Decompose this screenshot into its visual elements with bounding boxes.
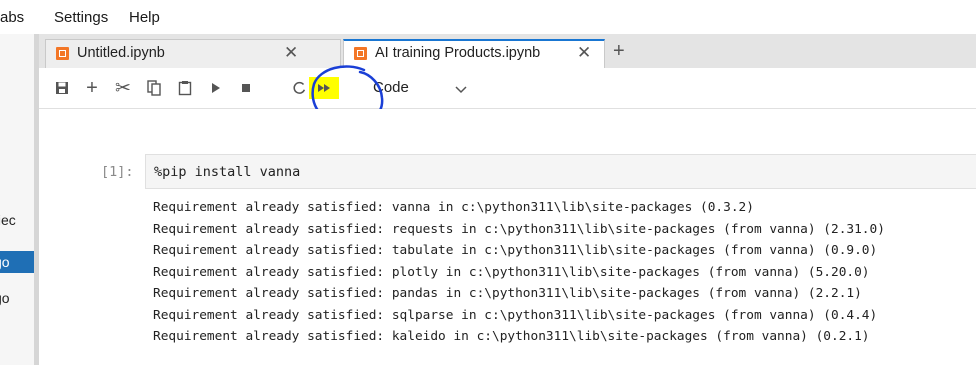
sidebar-item[interactable]: go [0, 287, 34, 309]
add-cell-icon[interactable]: + [81, 76, 103, 100]
output-line: Requirement already satisfied: requests … [153, 221, 885, 237]
stop-icon[interactable] [235, 76, 257, 100]
tab-bar: Untitled.ipynb ✕ AI training Products.ip… [39, 34, 976, 68]
notebook-icon [354, 47, 367, 60]
left-sidebar: fiec go go [0, 34, 34, 365]
copy-icon[interactable] [143, 76, 165, 100]
tab-label: AI training Products.ipynb [375, 45, 541, 61]
output-line: Requirement already satisfied: sqlparse … [153, 307, 878, 323]
output-line: Requirement already satisfied: plotly in… [153, 264, 870, 280]
menu-tabs[interactable]: abs [0, 9, 24, 26]
output-line: Requirement already satisfied: kaleido i… [153, 329, 870, 344]
close-icon[interactable]: ✕ [577, 43, 591, 63]
menu-help[interactable]: Help [129, 9, 160, 26]
menu-settings[interactable]: Settings [54, 9, 108, 26]
sidebar-item-label: fiec [0, 212, 16, 228]
cell-prompt: [1]: [101, 164, 134, 180]
notebook-toolbar: + ✂ Code [39, 68, 976, 109]
notebook-icon [56, 47, 69, 60]
sidebar-item-label: go [0, 254, 10, 270]
paste-icon[interactable] [174, 76, 196, 100]
notebook-panel: [1]: %pip install vanna Requirement alre… [39, 109, 976, 365]
cut-icon[interactable]: ✂ [111, 76, 135, 100]
menu-bar: abs Settings Help [0, 0, 976, 34]
run-icon[interactable] [205, 76, 227, 100]
code-text: %pip install vanna [154, 164, 301, 180]
new-tab-button[interactable]: + [613, 40, 625, 63]
code-cell-input[interactable]: %pip install vanna [145, 154, 976, 189]
chevron-down-icon[interactable] [455, 81, 467, 99]
output-line: Requirement already satisfied: vanna in … [153, 200, 754, 215]
close-icon[interactable]: ✕ [284, 43, 298, 63]
restart-icon[interactable] [293, 76, 307, 100]
save-icon[interactable] [51, 76, 73, 100]
output-line: Requirement already satisfied: tabulate … [153, 243, 878, 258]
sidebar-item-selected[interactable]: go [0, 251, 34, 273]
cell-output: Requirement already satisfied: vanna in … [153, 197, 976, 348]
tab-label: Untitled.ipynb [77, 45, 165, 61]
sidebar-item[interactable]: fiec [0, 209, 34, 231]
sidebar-item-label: go [0, 290, 10, 306]
tab-untitled[interactable]: Untitled.ipynb ✕ [45, 39, 341, 68]
output-line: Requirement already satisfied: pandas in… [153, 286, 862, 301]
